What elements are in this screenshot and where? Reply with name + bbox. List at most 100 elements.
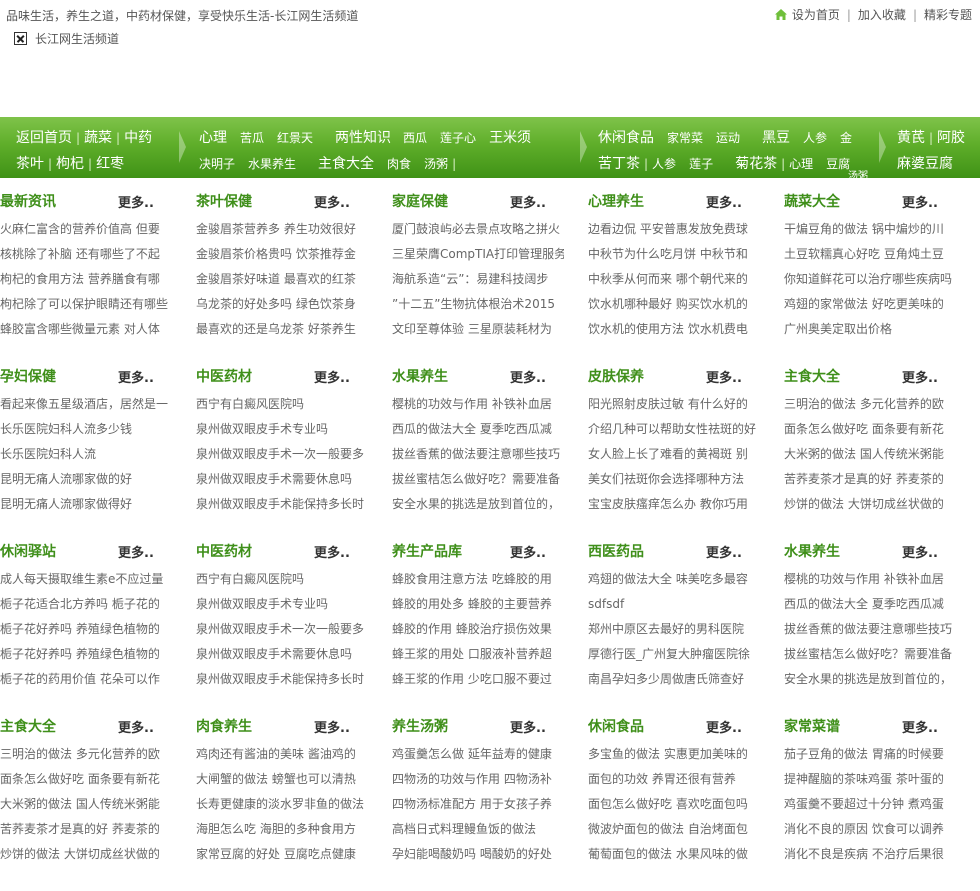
article-link[interactable]: 中秋季从何而来 哪个朝代来的: [588, 272, 748, 286]
article-link[interactable]: 安全水果的挑选是放到首位的，: [392, 497, 560, 511]
article-link[interactable]: 樱桃的功效与作用 补铁补血居: [392, 397, 552, 411]
nav-item-astragalus[interactable]: 黄芪: [897, 127, 925, 147]
nav-item-mapo-tofu[interactable]: 麻婆豆腐: [897, 153, 953, 173]
nav-item-corn-silk[interactable]: 王米须: [489, 127, 531, 147]
article-link[interactable]: 消化不良的原因 饮食可以调养: [784, 822, 944, 836]
article-link[interactable]: 广州奥美定取出价格: [784, 322, 892, 336]
article-link[interactable]: 长乐医院妇科人流多少钱: [0, 422, 132, 436]
article-link[interactable]: 消化不良是疾病 不治疗后果很: [784, 847, 944, 861]
article-link[interactable]: 蜂王浆的作用 少吃口服不要过: [392, 672, 552, 686]
article-link[interactable]: 郑州中原区去最好的男科医院: [588, 622, 744, 636]
article-link[interactable]: 苦荞麦茶才是真的好 荞麦茶的: [0, 822, 160, 836]
article-link[interactable]: 家常豆腐的好处 豆腐吃点健康: [196, 847, 356, 861]
article-link[interactable]: 樱桃的功效与作用 补铁补血居: [784, 572, 944, 586]
article-link[interactable]: 厦门鼓浪屿必去景点攻略之拼火: [392, 222, 560, 236]
article-link[interactable]: 大闸蟹的做法 螃蟹也可以清热: [196, 772, 356, 786]
section-title[interactable]: 休闲食品: [588, 716, 644, 736]
article-link[interactable]: 泉州做双眼皮手术能保持多长时: [196, 497, 364, 511]
section-more-link[interactable]: 更多..: [118, 542, 154, 561]
article-link[interactable]: 栀子花的药用价值 花朵可以作: [0, 672, 160, 686]
article-link[interactable]: 三明治的做法 多元化营养的欧: [784, 397, 944, 411]
nav-item-meat[interactable]: 肉食: [387, 155, 411, 172]
nav-item-home[interactable]: 返回首页: [16, 127, 72, 147]
article-link[interactable]: 拔丝蜜桔怎么做好吃？需要准备: [392, 472, 560, 486]
section-title[interactable]: 主食大全: [784, 366, 840, 386]
article-link[interactable]: 火麻仁富含的营养价值高 但要: [0, 222, 160, 236]
section-title[interactable]: 家常菜谱: [784, 716, 840, 736]
section-more-link[interactable]: 更多..: [706, 192, 742, 211]
article-link[interactable]: 蜂胶的作用 蜂胶治疗损伤效果: [392, 622, 552, 636]
article-link[interactable]: 饮水机哪种最好 购买饮水机的: [588, 297, 748, 311]
article-link[interactable]: 干煸豆角的做法 锅中煸炒的川: [784, 222, 944, 236]
section-more-link[interactable]: 更多..: [510, 367, 546, 386]
nav-item-donkey-gelatin[interactable]: 阿胶: [937, 127, 965, 147]
section-title[interactable]: 西医药品: [588, 541, 644, 561]
article-link[interactable]: 面包的功效 养胃还很有营养: [588, 772, 736, 786]
article-link[interactable]: 泉州做双眼皮手术需要休息吗: [196, 472, 352, 486]
nav-item-sex-knowledge[interactable]: 两性知识: [335, 127, 391, 147]
article-link[interactable]: 金骏眉茶价格贵吗 饮茶推荐金: [196, 247, 356, 261]
section-more-link[interactable]: 更多..: [314, 192, 350, 211]
article-link[interactable]: 核桃除了补脑 还有哪些了不起: [0, 247, 160, 261]
nav-item-chinese-medicine[interactable]: 中药: [124, 127, 152, 147]
section-more-link[interactable]: 更多..: [902, 542, 938, 561]
article-link[interactable]: 大米粥的做法 国人传统米粥能: [784, 447, 944, 461]
article-link[interactable]: 西瓜的做法大全 夏季吃西瓜减: [392, 422, 552, 436]
section-title[interactable]: 皮肤保养: [588, 366, 644, 386]
section-more-link[interactable]: 更多..: [118, 367, 154, 386]
article-link[interactable]: 鸡肉还有酱油的美味 酱油鸡的: [196, 747, 356, 761]
article-link[interactable]: 最喜欢的还是乌龙茶 好茶养生: [196, 322, 356, 336]
article-link[interactable]: 长寿更健康的淡水罗非鱼的做法: [196, 797, 364, 811]
article-link[interactable]: 四物汤的功效与作用 四物汤补: [392, 772, 552, 786]
article-link[interactable]: 西宁有白癜风医院吗: [196, 572, 304, 586]
nav-item-lotus-heart[interactable]: 莲子心: [440, 129, 476, 146]
article-link[interactable]: 文印至尊体验 三星原装耗材为: [392, 322, 552, 336]
nav-item-ginseng-2[interactable]: 人参: [652, 155, 676, 172]
article-link[interactable]: 昆明无痛人流哪家做得好: [0, 497, 132, 511]
nav-item-tea[interactable]: 茶叶: [16, 153, 44, 173]
section-more-link[interactable]: 更多..: [706, 367, 742, 386]
article-link[interactable]: 拔丝香蕉的做法要注意哪些技巧: [392, 447, 560, 461]
nav-item-watermelon[interactable]: 西瓜: [403, 129, 427, 146]
article-link[interactable]: 面条怎么做好吃 面条要有新花: [784, 422, 944, 436]
article-link[interactable]: 蜂胶的用处多 蜂胶的主要营养: [392, 597, 552, 611]
article-link[interactable]: 鸡翅的家常做法 好吃更美味的: [784, 297, 944, 311]
article-link[interactable]: 三明治的做法 多元化营养的欧: [0, 747, 160, 761]
nav-item-ginseng[interactable]: 人参: [803, 129, 827, 146]
nav-item-jujube[interactable]: 红枣: [96, 153, 124, 173]
section-more-link[interactable]: 更多..: [314, 367, 350, 386]
article-link[interactable]: 孕妇能喝酸奶吗 喝酸奶的好处: [392, 847, 552, 861]
article-link[interactable]: 泉州做双眼皮手术能保持多长时: [196, 672, 364, 686]
nav-item-gold[interactable]: 金: [840, 129, 852, 146]
nav-item-exercise[interactable]: 运动: [716, 129, 740, 146]
nav-item-psychology[interactable]: 心理: [199, 127, 227, 147]
nav-item-goji[interactable]: 枸杞: [56, 153, 84, 173]
article-link[interactable]: 看起来像五星级酒店，居然是一: [0, 397, 168, 411]
article-link[interactable]: 枸杞除了可以保护眼睛还有哪些: [0, 297, 168, 311]
article-link[interactable]: 提神醒脑的茶味鸡蛋 茶叶蛋的: [784, 772, 944, 786]
article-link[interactable]: 泉州做双眼皮手术一次一般要多: [196, 622, 364, 636]
article-link[interactable]: 四物汤标准配方 用于女孩子养: [392, 797, 552, 811]
nav-item-black-bean[interactable]: 黑豆: [762, 127, 790, 147]
article-link[interactable]: 蜂胶食用注意方法 吃蜂胶的用: [392, 572, 552, 586]
section-more-link[interactable]: 更多..: [902, 717, 938, 736]
nav-item-kuding-tea[interactable]: 苦丁茶: [598, 153, 640, 173]
section-title[interactable]: 养生产品库: [392, 541, 462, 561]
section-more-link[interactable]: 更多..: [118, 192, 154, 211]
article-link[interactable]: 大米粥的做法 国人传统米粥能: [0, 797, 160, 811]
article-link[interactable]: 拔丝香蕉的做法要注意哪些技巧: [784, 622, 952, 636]
nav-item-psychology-2[interactable]: 心理: [789, 155, 813, 172]
article-link[interactable]: 你知道鲜花可以治疗哪些疾病吗: [784, 272, 952, 286]
nav-item-soup-porridge-2[interactable]: 汤粥: [848, 167, 868, 178]
article-link[interactable]: 蜂胶富含哪些微量元素 对人体: [0, 322, 160, 336]
section-title[interactable]: 家庭保健: [392, 191, 448, 211]
article-link[interactable]: 边看边侃 平安普惠发放免费球: [588, 222, 748, 236]
article-link[interactable]: 枸杞的食用方法 营养膳食有哪: [0, 272, 160, 286]
section-more-link[interactable]: 更多..: [902, 367, 938, 386]
article-link[interactable]: 土豆软糯真心好吃 豆角炖土豆: [784, 247, 944, 261]
article-link[interactable]: 鸡蛋羹不要超过十分钟 煮鸡蛋: [784, 797, 944, 811]
section-more-link[interactable]: 更多..: [510, 542, 546, 561]
article-link[interactable]: 南昌孕妇多少周做唐氏筛查好: [588, 672, 744, 686]
article-link[interactable]: 苦荞麦茶才是真的好 荞麦茶的: [784, 472, 944, 486]
article-link[interactable]: 金骏眉茶好味道 最喜欢的红茶: [196, 272, 356, 286]
